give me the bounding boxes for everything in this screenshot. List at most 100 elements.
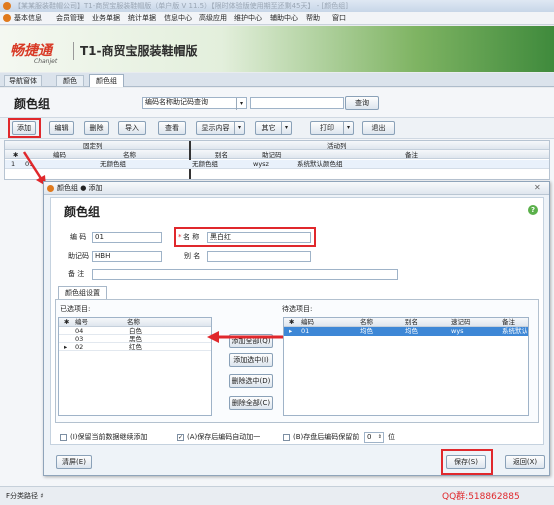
- product-name: T1-商贸宝服装鞋帽版: [80, 44, 198, 58]
- alias-label: 别 名: [184, 252, 201, 260]
- selected-name: 白色: [129, 327, 142, 335]
- row-alias: 无颜色组: [192, 160, 218, 168]
- row-pointer-icon: ▸: [64, 343, 68, 351]
- keep-data-label: (I)保留当前数据继续添加: [70, 433, 148, 441]
- keep-digits-unit: 位: [388, 433, 395, 441]
- grid-header-code[interactable]: 编码: [53, 151, 66, 159]
- menu-item-aux[interactable]: 辅助中心: [270, 13, 298, 24]
- selected-header-code[interactable]: 编号: [75, 318, 88, 326]
- code-field[interactable]: 01: [92, 232, 162, 243]
- list-item[interactable]: ▸ 02 红色: [59, 343, 211, 351]
- menu-item-advanced[interactable]: 高级应用: [199, 13, 227, 24]
- selected-list[interactable]: ✱ 编号 名称 04 白色 03 黑色 ▸ 02 红色: [58, 317, 212, 416]
- search-mode-select[interactable]: 编码名称助记码查询 ▾: [142, 97, 247, 110]
- delete-button[interactable]: 删除: [84, 121, 109, 135]
- pending-header-mnemonic[interactable]: 速记码: [451, 318, 471, 326]
- dialog-heading: 颜色组: [64, 205, 101, 219]
- row-name: 无颜色组: [100, 160, 126, 168]
- grid-header-mnemonic[interactable]: 助记码: [262, 151, 282, 159]
- status-path: F分类路径 ♯: [6, 492, 44, 500]
- alias-field[interactable]: [207, 251, 311, 262]
- highlight-add-button: [8, 118, 41, 138]
- chevron-down-icon: ▾: [234, 122, 244, 134]
- selected-code: 02: [75, 343, 84, 351]
- exit-button[interactable]: 退出: [362, 121, 395, 135]
- menu-item-info[interactable]: 信息中心: [164, 13, 192, 24]
- print-button[interactable]: 打印 ▾: [310, 121, 354, 135]
- note-field[interactable]: [92, 269, 398, 280]
- import-button[interactable]: 导入: [118, 121, 146, 135]
- auto-increment-checkbox[interactable]: ✓: [177, 434, 184, 441]
- list-item[interactable]: 03 黑色: [59, 335, 211, 343]
- print-label: 打印: [320, 124, 334, 132]
- tab-color-group[interactable]: 颜色组: [89, 74, 124, 87]
- grid-group-fixed: 固定列: [83, 142, 103, 150]
- selected-header-marker: ✱: [64, 318, 70, 326]
- dialog-close-icon[interactable]: ✕: [534, 183, 541, 192]
- grid-header-marker: ✱: [13, 151, 19, 159]
- menu-item-business[interactable]: 业务单据: [92, 13, 120, 24]
- list-item[interactable]: 04 白色: [59, 327, 211, 335]
- brand-logo-cn: 畅捷通: [10, 43, 52, 59]
- dialog-app-icon: [47, 185, 54, 192]
- tab-navigation[interactable]: 导航窗体: [4, 75, 42, 87]
- selected-header-name[interactable]: 名称: [127, 318, 140, 326]
- pending-header-marker: ✱: [289, 318, 295, 326]
- dialog-titlebar: 颜色组 ● 添加 ✕: [44, 182, 549, 195]
- keep-data-checkbox[interactable]: [60, 434, 67, 441]
- pending-header-note[interactable]: 备注: [502, 318, 515, 326]
- keep-digits-value: 0: [367, 433, 372, 441]
- code-label: 编 码: [70, 233, 87, 241]
- view-button[interactable]: 查看: [158, 121, 186, 135]
- row-index: 1: [11, 160, 16, 168]
- list-item[interactable]: ▸ 01 均色 均色 wys 系统默认: [284, 327, 528, 336]
- mnemonic-field[interactable]: HBH: [92, 251, 162, 262]
- pending-name: 均色: [360, 327, 373, 335]
- tab-color[interactable]: 颜色: [56, 75, 84, 87]
- table-row[interactable]: 1 01 无颜色组 无颜色组 wysz 系统默认颜色组: [5, 160, 549, 169]
- mnemonic-label: 助记码: [68, 252, 89, 260]
- menu-item-basic[interactable]: 基本信息: [14, 13, 42, 24]
- search-input[interactable]: [250, 97, 344, 109]
- grid-header-name[interactable]: 名称: [123, 151, 136, 159]
- pending-header-name[interactable]: 名称: [360, 318, 373, 326]
- annotation-left-arrow-icon: [207, 331, 283, 343]
- back-button[interactable]: 返回(X): [505, 455, 545, 469]
- grid-header-alias[interactable]: 别名: [215, 151, 228, 159]
- row-mnemonic: wysz: [253, 160, 269, 168]
- pending-code: 01: [301, 327, 310, 335]
- note-label: 备 注: [68, 270, 85, 278]
- pending-list[interactable]: ✱ 编码 名称 别名 速记码 备注 ▸ 01 均色 均色 wys 系统默认: [283, 317, 529, 416]
- grid-header-note[interactable]: 备注: [405, 151, 418, 159]
- menu-item-maintenance[interactable]: 维护中心: [234, 13, 262, 24]
- selected-items-label: 已选项目:: [60, 305, 91, 313]
- highlight-save-button: [441, 449, 493, 475]
- tab-color-group-settings[interactable]: 颜色组设置: [58, 286, 107, 299]
- clear-button[interactable]: 清屏(E): [56, 455, 92, 469]
- menu-item-window[interactable]: 窗口: [332, 13, 346, 24]
- menu-item-help[interactable]: 帮助: [306, 13, 320, 24]
- keep-digits-checkbox[interactable]: [283, 434, 290, 441]
- help-icon[interactable]: ?: [528, 205, 538, 215]
- remove-all-button[interactable]: 删除全部(C): [229, 396, 273, 410]
- keep-digits-stepper[interactable]: 0 ⇕: [364, 432, 384, 443]
- selected-name: 黑色: [129, 335, 142, 343]
- pending-header-code[interactable]: 编码: [301, 318, 314, 326]
- menu-item-member[interactable]: 会员管理: [56, 13, 84, 24]
- selected-code: 03: [75, 335, 84, 343]
- window-titlebar: 【某某服装鞋帽公司】T1-商贸宝服装鞋帽版（单户版 V 11.5）【限时体验版使…: [0, 0, 554, 12]
- add-selected-button[interactable]: 添加选中(I): [229, 353, 273, 367]
- search-button[interactable]: 查询: [345, 96, 379, 110]
- stepper-arrows-icon[interactable]: ⇕: [378, 433, 382, 442]
- pending-header-alias[interactable]: 别名: [405, 318, 418, 326]
- page-title: 颜色组: [14, 97, 51, 111]
- search-mode-label: 编码名称助记码查询: [145, 98, 208, 106]
- display-content-button[interactable]: 显示内容 ▾: [196, 121, 245, 135]
- edit-button[interactable]: 编辑: [49, 121, 74, 135]
- menu-item-stats[interactable]: 统计单据: [128, 13, 156, 24]
- other-button[interactable]: 其它 ▾: [255, 121, 292, 135]
- pending-mnemonic: wys: [451, 327, 464, 335]
- banner-divider: [73, 42, 74, 60]
- pending-items-label: 待选项目:: [282, 305, 313, 313]
- remove-selected-button[interactable]: 删除选中(D): [229, 374, 273, 388]
